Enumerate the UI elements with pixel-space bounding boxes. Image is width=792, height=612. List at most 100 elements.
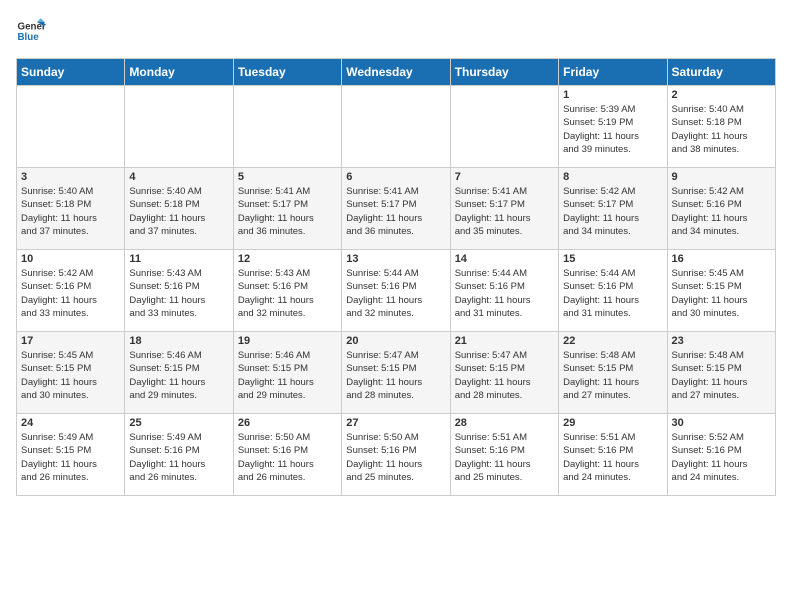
calendar-cell: 21 Sunrise: 5:47 AM Sunset: 5:15 PM Dayli… (450, 332, 558, 414)
day-number: 24 (21, 417, 120, 429)
day-info: Sunrise: 5:45 AM Sunset: 5:15 PM Dayligh… (672, 267, 771, 320)
day-number: 9 (672, 171, 771, 183)
day-info: Sunrise: 5:40 AM Sunset: 5:18 PM Dayligh… (129, 185, 228, 238)
day-number: 6 (346, 171, 445, 183)
calendar-table: SundayMondayTuesdayWednesdayThursdayFrid… (16, 58, 776, 496)
calendar-cell: 9Sunrise: 5:42 AM Sunset: 5:16 PM Daylig… (667, 168, 775, 250)
day-number: 14 (455, 253, 554, 265)
day-info: Sunrise: 5:44 AM Sunset: 5:16 PM Dayligh… (563, 267, 662, 320)
day-info: Sunrise: 5:49 AM Sunset: 5:16 PM Dayligh… (129, 431, 228, 484)
calendar-cell: 1Sunrise: 5:39 AM Sunset: 5:19 PM Daylig… (559, 86, 667, 168)
calendar-cell: 12Sunrise: 5:43 AM Sunset: 5:16 PM Dayli… (233, 250, 341, 332)
day-info: Sunrise: 5:44 AM Sunset: 5:16 PM Dayligh… (346, 267, 445, 320)
column-header-saturday: Saturday (667, 59, 775, 86)
calendar-cell: 3Sunrise: 5:40 AM Sunset: 5:18 PM Daylig… (17, 168, 125, 250)
column-header-thursday: Thursday (450, 59, 558, 86)
day-number: 8 (563, 171, 662, 183)
day-info: Sunrise: 5:51 AM Sunset: 5:16 PM Dayligh… (455, 431, 554, 484)
logo: General Blue (16, 16, 46, 46)
day-number: 22 (563, 335, 662, 347)
calendar-cell: 4 Sunrise: 5:40 AM Sunset: 5:18 PM Daylig… (125, 168, 233, 250)
day-info: Sunrise: 5:48 AM Sunset: 5:15 PM Dayligh… (563, 349, 662, 402)
calendar-cell (125, 86, 233, 168)
day-info: Sunrise: 5:50 AM Sunset: 5:16 PM Dayligh… (346, 431, 445, 484)
day-number: 12 (238, 253, 337, 265)
calendar-cell: 27 Sunrise: 5:50 AM Sunset: 5:16 PM Dayli… (342, 414, 450, 496)
page-header: General Blue (16, 16, 776, 46)
day-number: 25 (129, 417, 228, 429)
day-info: Sunrise: 5:48 AM Sunset: 5:15 PM Dayligh… (672, 349, 771, 402)
calendar-week-5: 24 Sunrise: 5:49 AM Sunset: 5:15 PM Dayli… (17, 414, 776, 496)
day-info: Sunrise: 5:41 AM Sunset: 5:17 PM Dayligh… (346, 185, 445, 238)
day-number: 4 (129, 171, 228, 183)
day-number: 26 (238, 417, 337, 429)
day-number: 18 (129, 335, 228, 347)
column-header-sunday: Sunday (17, 59, 125, 86)
day-info: Sunrise: 5:45 AM Sunset: 5:15 PM Dayligh… (21, 349, 120, 402)
calendar-cell: 2 Sunrise: 5:40 AM Sunset: 5:18 PM Daylig… (667, 86, 775, 168)
day-info: Sunrise: 5:46 AM Sunset: 5:15 PM Dayligh… (238, 349, 337, 402)
calendar-cell: 17 Sunrise: 5:45 AM Sunset: 5:15 PM Dayli… (17, 332, 125, 414)
day-info: Sunrise: 5:41 AM Sunset: 5:17 PM Dayligh… (238, 185, 337, 238)
day-number: 13 (346, 253, 445, 265)
day-number: 2 (672, 89, 771, 101)
calendar-cell: 16Sunrise: 5:45 AM Sunset: 5:15 PM Dayli… (667, 250, 775, 332)
day-info: Sunrise: 5:46 AM Sunset: 5:15 PM Dayligh… (129, 349, 228, 402)
calendar-cell: 29 Sunrise: 5:51 AM Sunset: 5:16 PM Dayli… (559, 414, 667, 496)
calendar-cell (17, 86, 125, 168)
day-info: Sunrise: 5:47 AM Sunset: 5:15 PM Dayligh… (455, 349, 554, 402)
day-number: 11 (129, 253, 228, 265)
calendar-cell: 20 Sunrise: 5:47 AM Sunset: 5:15 PM Dayli… (342, 332, 450, 414)
day-number: 1 (563, 89, 662, 101)
day-number: 7 (455, 171, 554, 183)
column-header-monday: Monday (125, 59, 233, 86)
svg-text:Blue: Blue (18, 32, 40, 43)
calendar-cell: 15 Sunrise: 5:44 AM Sunset: 5:16 PM Dayli… (559, 250, 667, 332)
calendar-cell: 10 Sunrise: 5:42 AM Sunset: 5:16 PM Dayli… (17, 250, 125, 332)
calendar-week-2: 3 Sunrise: 5:40 AM Sunset: 5:18 PM Daylig… (17, 168, 776, 250)
day-info: Sunrise: 5:44 AM Sunset: 5:16 PM Dayligh… (455, 267, 554, 320)
calendar-cell: 14 Sunrise: 5:44 AM Sunset: 5:16 PM Dayli… (450, 250, 558, 332)
day-info: Sunrise: 5:49 AM Sunset: 5:15 PM Dayligh… (21, 431, 120, 484)
calendar-cell: 7 Sunrise: 5:41 AM Sunset: 5:17 PM Daylig… (450, 168, 558, 250)
day-number: 28 (455, 417, 554, 429)
calendar-cell (450, 86, 558, 168)
day-info: Sunrise: 5:42 AM Sunset: 5:16 PM Dayligh… (21, 267, 120, 320)
day-number: 29 (563, 417, 662, 429)
calendar-cell: 13 Sunrise: 5:44 AM Sunset: 5:16 PM Dayli… (342, 250, 450, 332)
day-number: 27 (346, 417, 445, 429)
day-info: Sunrise: 5:51 AM Sunset: 5:16 PM Dayligh… (563, 431, 662, 484)
day-number: 17 (21, 335, 120, 347)
day-info: Sunrise: 5:52 AM Sunset: 5:16 PM Dayligh… (672, 431, 771, 484)
day-number: 5 (238, 171, 337, 183)
calendar-cell: 11 Sunrise: 5:43 AM Sunset: 5:16 PM Dayli… (125, 250, 233, 332)
day-number: 15 (563, 253, 662, 265)
column-header-wednesday: Wednesday (342, 59, 450, 86)
day-info: Sunrise: 5:40 AM Sunset: 5:18 PM Dayligh… (672, 103, 771, 156)
calendar-cell: 25 Sunrise: 5:49 AM Sunset: 5:16 PM Dayli… (125, 414, 233, 496)
day-number: 23 (672, 335, 771, 347)
day-number: 30 (672, 417, 771, 429)
calendar-cell: 24 Sunrise: 5:49 AM Sunset: 5:15 PM Dayli… (17, 414, 125, 496)
calendar-week-1: 1Sunrise: 5:39 AM Sunset: 5:19 PM Daylig… (17, 86, 776, 168)
day-info: Sunrise: 5:41 AM Sunset: 5:17 PM Dayligh… (455, 185, 554, 238)
calendar-cell: 23 Sunrise: 5:48 AM Sunset: 5:15 PM Dayli… (667, 332, 775, 414)
day-info: Sunrise: 5:43 AM Sunset: 5:16 PM Dayligh… (129, 267, 228, 320)
calendar-cell (342, 86, 450, 168)
calendar-cell: 18 Sunrise: 5:46 AM Sunset: 5:15 PM Dayli… (125, 332, 233, 414)
calendar-header-row: SundayMondayTuesdayWednesdayThursdayFrid… (17, 59, 776, 86)
column-header-tuesday: Tuesday (233, 59, 341, 86)
day-info: Sunrise: 5:42 AM Sunset: 5:17 PM Dayligh… (563, 185, 662, 238)
calendar-week-3: 10 Sunrise: 5:42 AM Sunset: 5:16 PM Dayli… (17, 250, 776, 332)
day-number: 10 (21, 253, 120, 265)
day-number: 3 (21, 171, 120, 183)
calendar-cell: 22 Sunrise: 5:48 AM Sunset: 5:15 PM Dayli… (559, 332, 667, 414)
day-info: Sunrise: 5:47 AM Sunset: 5:15 PM Dayligh… (346, 349, 445, 402)
day-number: 21 (455, 335, 554, 347)
calendar-cell: 19Sunrise: 5:46 AM Sunset: 5:15 PM Dayli… (233, 332, 341, 414)
calendar-cell (233, 86, 341, 168)
calendar-cell: 30 Sunrise: 5:52 AM Sunset: 5:16 PM Dayli… (667, 414, 775, 496)
day-number: 20 (346, 335, 445, 347)
day-info: Sunrise: 5:50 AM Sunset: 5:16 PM Dayligh… (238, 431, 337, 484)
calendar-week-4: 17 Sunrise: 5:45 AM Sunset: 5:15 PM Dayli… (17, 332, 776, 414)
